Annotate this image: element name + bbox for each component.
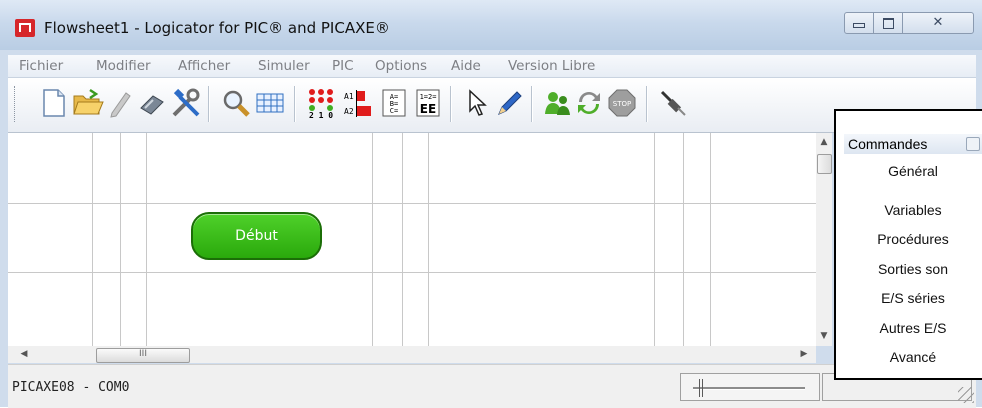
svg-text:C=: C= — [390, 107, 398, 115]
scroll-up-icon[interactable]: ▲ — [816, 135, 832, 149]
pins-icon[interactable]: 2 1 0 — [304, 85, 338, 121]
zoom-icon[interactable] — [219, 85, 253, 121]
window-controls: ✕ — [844, 12, 976, 36]
stop-icon[interactable]: STOP — [605, 85, 639, 121]
toolbar-grip[interactable] — [14, 86, 18, 122]
menu-simuler[interactable]: Simuler — [258, 58, 310, 74]
menu-version-libre[interactable]: Version Libre — [508, 58, 595, 74]
pen-icon[interactable] — [103, 85, 137, 121]
maximize-icon — [882, 18, 894, 29]
minimize-icon — [853, 23, 865, 28]
flowsheet-canvas[interactable]: Début — [8, 133, 816, 346]
app-window: Flowsheet1 - Logicator for PIC® and PICA… — [0, 0, 982, 408]
refresh-icon[interactable] — [572, 85, 606, 121]
svg-text:EE: EE — [420, 102, 436, 116]
start-node[interactable]: Début — [191, 212, 322, 260]
menu-afficher[interactable]: Afficher — [178, 58, 230, 74]
tools-icon[interactable] — [169, 85, 203, 121]
scroll-down-icon[interactable]: ▼ — [816, 329, 832, 343]
grid-line — [710, 133, 711, 346]
commands-title: Commandes — [848, 136, 928, 152]
vertical-scrollbar[interactable]: ▲ ▼ — [816, 133, 832, 346]
vertical-scroll-thumb[interactable] — [817, 154, 832, 174]
app-icon — [15, 19, 35, 37]
svg-text:2 1 0: 2 1 0 — [309, 111, 333, 119]
pointer-icon[interactable] — [460, 85, 494, 121]
scroll-left-icon[interactable]: ◀ — [16, 346, 32, 363]
menu-options[interactable]: Options — [375, 58, 427, 74]
svg-text:A1: A1 — [344, 92, 354, 101]
pin-icon[interactable] — [966, 137, 980, 151]
menu-modifier[interactable]: Modifier — [96, 58, 151, 74]
command-es-series[interactable]: E/S séries — [844, 290, 982, 306]
scroll-right-icon[interactable]: ▶ — [796, 346, 812, 363]
menu-aide[interactable]: Aide — [451, 58, 481, 74]
analog-icon[interactable]: A1 A2 — [341, 85, 375, 121]
grid-line — [428, 133, 429, 346]
command-general[interactable]: Général — [844, 163, 982, 179]
status-text: PICAXE08 - COM0 — [12, 380, 130, 395]
toolbar: 2 1 0 A1 A2 A= B= C= 1=2= EE STOP — [8, 78, 976, 133]
grid-line — [402, 133, 403, 346]
grid-line — [120, 133, 121, 346]
window-title: Flowsheet1 - Logicator for PIC® and PICA… — [44, 19, 390, 37]
zoom-slider[interactable] — [680, 373, 820, 401]
variables-icon[interactable]: A= B= C= — [377, 85, 411, 121]
slider-track — [693, 387, 805, 390]
svg-text:STOP: STOP — [613, 100, 631, 108]
connector-icon[interactable] — [136, 85, 170, 121]
svg-text:1=2=: 1=2= — [420, 93, 437, 101]
title-bar: Flowsheet1 - Logicator for PIC® and PICA… — [0, 0, 982, 50]
minimize-button[interactable] — [844, 12, 874, 34]
menu-pic[interactable]: PIC — [332, 58, 354, 74]
horizontal-scroll-thumb[interactable]: III — [96, 348, 190, 363]
grid-line — [654, 133, 655, 346]
run-icon[interactable] — [540, 85, 574, 121]
grid-line — [92, 133, 93, 346]
open-folder-icon[interactable] — [71, 85, 105, 121]
grid-line — [146, 133, 147, 346]
maximize-button[interactable] — [873, 12, 903, 34]
new-file-icon[interactable] — [37, 85, 71, 121]
command-procedures[interactable]: Procédures — [844, 231, 982, 247]
slider-knob[interactable] — [699, 379, 703, 397]
menu-bar: Fichier Modifier Afficher Simuler PIC Op… — [8, 55, 976, 78]
horizontal-scrollbar[interactable]: ◀ III ▶ — [8, 346, 816, 363]
menu-fichier[interactable]: Fichier — [19, 58, 63, 74]
command-avance[interactable]: Avancé — [844, 349, 982, 365]
grid-icon[interactable] — [253, 85, 287, 121]
grid-line — [683, 133, 684, 346]
command-variables[interactable]: Variables — [844, 202, 982, 218]
close-button[interactable]: ✕ — [902, 12, 974, 34]
command-sorties-son[interactable]: Sorties son — [844, 261, 982, 277]
status-bar: PICAXE08 - COM0 — [8, 364, 976, 408]
grid-line — [372, 133, 373, 346]
pencil-icon[interactable] — [492, 85, 526, 121]
grid-line — [8, 272, 816, 273]
commands-panel: Commandes Général Variables Procédures S… — [834, 109, 982, 380]
eeprom-icon[interactable]: 1=2= EE — [411, 85, 445, 121]
resize-grip[interactable] — [958, 387, 974, 403]
grid-line — [8, 203, 816, 204]
svg-text:A2: A2 — [344, 107, 354, 116]
close-icon: ✕ — [932, 15, 944, 30]
commands-header: Commandes — [844, 134, 982, 154]
command-autres-es[interactable]: Autres E/S — [844, 320, 982, 336]
cable-icon[interactable] — [656, 85, 690, 121]
